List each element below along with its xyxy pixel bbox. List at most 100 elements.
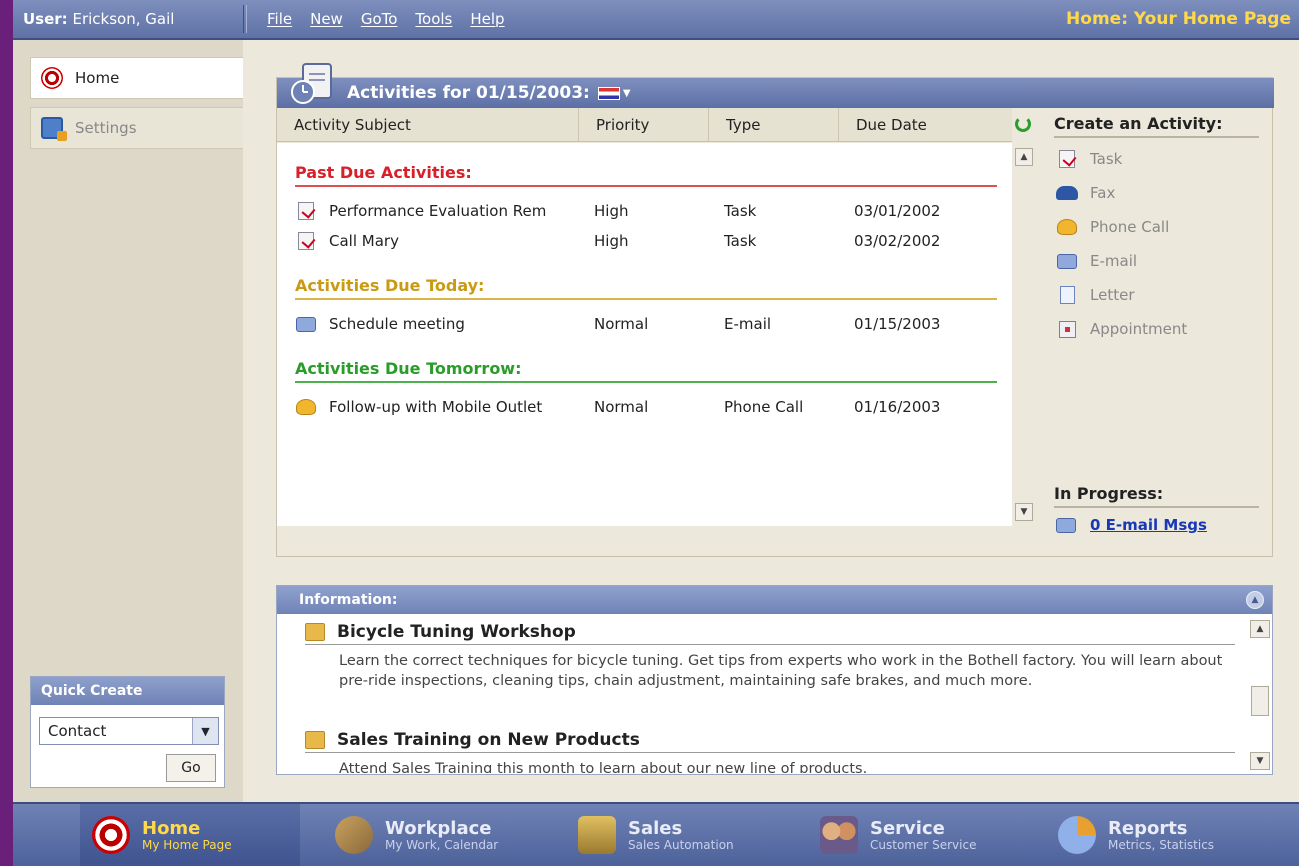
row-subject: Call Mary: [329, 232, 399, 250]
create-phone-call-link[interactable]: Phone Call: [1054, 210, 1259, 244]
row-subject: Follow-up with Mobile Outlet: [329, 398, 543, 416]
create-activity-panel: Create an Activity: Task Fax Phone Call …: [1054, 114, 1259, 346]
top-bar: User: Erickson, Gail File New GoTo Tools…: [13, 0, 1299, 40]
col-due-date[interactable]: Due Date: [839, 108, 1012, 141]
bottom-nav-title: Reports: [1108, 817, 1188, 839]
information-title: Information:: [299, 592, 398, 608]
menu-file[interactable]: File: [267, 10, 292, 28]
create-appointment-link[interactable]: Appointment: [1054, 312, 1259, 346]
row-due-date: 03/02/2002: [854, 232, 941, 250]
information-panel: Information: ▲ Bicycle Tuning Workshop L…: [276, 585, 1273, 775]
create-fax-link[interactable]: Fax: [1054, 176, 1259, 210]
workplace-icon: [335, 816, 373, 854]
table-row[interactable]: Follow-up with Mobile Outlet Normal Phon…: [295, 394, 995, 420]
create-item-label: E-mail: [1090, 252, 1138, 270]
task-icon: [298, 202, 314, 220]
appointment-icon: [1058, 320, 1076, 338]
row-subject: Schedule meeting: [329, 315, 465, 333]
sidebar-item-label: Home: [75, 69, 120, 87]
info-item-description: Attend Sales Training this month to lear…: [339, 761, 868, 773]
table-row[interactable]: Schedule meeting Normal E-mail 01/15/200…: [295, 311, 995, 337]
info-item-description: Learn the correct techniques for bicycle…: [339, 653, 1223, 689]
activities-header: Activities for 01/15/2003: ▼: [277, 78, 1274, 108]
user-label: User:: [23, 10, 68, 28]
user-info: User: Erickson, Gail: [13, 10, 243, 28]
quick-create-panel: Quick Create Contact ▼ Go: [30, 676, 225, 788]
sidebar-item-settings[interactable]: Settings: [30, 107, 243, 149]
section-due-today: Activities Due Today:: [295, 276, 997, 300]
activity-scrollbar[interactable]: ▲ ▼: [1015, 143, 1033, 526]
activity-list: Past Due Activities: Performance Evaluat…: [277, 143, 1012, 526]
section-past-due: Past Due Activities:: [295, 163, 997, 187]
scroll-down-icon[interactable]: ▼: [1015, 503, 1033, 521]
row-due-date: 01/16/2003: [854, 398, 941, 416]
row-type: Task: [724, 232, 757, 250]
col-type[interactable]: Type: [709, 108, 839, 141]
col-priority[interactable]: Priority: [579, 108, 709, 141]
bottom-nav-workplace[interactable]: Workplace My Work, Calendar: [323, 804, 553, 866]
scroll-thumb[interactable]: [1251, 686, 1269, 716]
menu-help[interactable]: Help: [470, 10, 504, 28]
create-item-label: Task: [1090, 150, 1123, 168]
quick-create-selected: Contact: [48, 722, 107, 740]
scroll-up-icon[interactable]: ▲: [1015, 148, 1033, 166]
task-icon: [1059, 150, 1075, 168]
go-button[interactable]: Go: [166, 754, 216, 782]
news-icon: [305, 731, 325, 749]
in-progress-panel: In Progress: 0 E-mail Msgs: [1054, 484, 1259, 534]
info-title-text: Sales Training on New Products: [337, 730, 640, 750]
email-icon: [1056, 517, 1076, 533]
create-task-link[interactable]: Task: [1054, 142, 1259, 176]
row-type: E-mail: [724, 315, 772, 333]
row-due-date: 03/01/2002: [854, 202, 941, 220]
table-row[interactable]: Call Mary High Task 03/02/2002: [295, 228, 995, 254]
task-icon: [298, 232, 314, 250]
pie-chart-icon: [1058, 816, 1096, 854]
collapse-icon[interactable]: ▲: [1246, 591, 1264, 609]
scroll-up-icon[interactable]: ▲: [1250, 620, 1270, 638]
sidebar-item-home[interactable]: Home: [30, 57, 243, 99]
info-item-title[interactable]: Bicycle Tuning Workshop: [305, 622, 1235, 645]
info-item: Sales Training on New Products Attend Sa…: [305, 730, 1235, 773]
fax-icon: [1056, 186, 1078, 200]
email-msgs-label: 0 E-mail Msgs: [1090, 516, 1207, 534]
calendar-flag-icon[interactable]: [597, 86, 620, 100]
caret-down-icon[interactable]: ▼: [623, 88, 631, 99]
information-scrollbar[interactable]: ▲ ▼: [1250, 618, 1270, 772]
bottom-nav-service[interactable]: Service Customer Service: [808, 804, 1038, 866]
menu-goto[interactable]: GoTo: [361, 10, 398, 28]
bottom-nav-subtitle: Customer Service: [870, 837, 977, 852]
activities-title: Activities for 01/15/2003:: [347, 83, 590, 103]
row-type: Task: [724, 202, 757, 220]
col-activity-subject[interactable]: Activity Subject: [277, 108, 579, 141]
menu-new[interactable]: New: [310, 10, 343, 28]
create-item-label: Phone Call: [1090, 218, 1170, 236]
menu-tools[interactable]: Tools: [415, 10, 452, 28]
bottom-nav-subtitle: My Work, Calendar: [385, 837, 499, 852]
bottom-nav-subtitle: My Home Page: [142, 837, 232, 852]
row-due-date: 01/15/2003: [854, 315, 941, 333]
refresh-icon[interactable]: [1015, 116, 1031, 132]
scroll-down-icon[interactable]: ▼: [1250, 752, 1270, 770]
bottom-nav-title: Workplace: [385, 817, 492, 839]
left-sidebar: Home Settings Quick Create Contact ▼ Go: [13, 40, 243, 802]
settings-icon: [41, 117, 67, 141]
table-row[interactable]: Performance Evaluation Rem High Task 03/…: [295, 198, 995, 224]
info-item-title[interactable]: Sales Training on New Products: [305, 730, 1235, 753]
bottom-nav-title: Sales: [628, 817, 683, 839]
page-title: Home: Your Home Page: [1066, 9, 1291, 29]
sales-chart-icon: [578, 816, 616, 854]
create-email-link[interactable]: E-mail: [1054, 244, 1259, 278]
bottom-nav-home[interactable]: Home My Home Page: [80, 804, 300, 866]
email-msgs-link[interactable]: 0 E-mail Msgs: [1054, 516, 1259, 534]
bottom-nav-reports[interactable]: Reports Metrics, Statistics: [1046, 804, 1286, 866]
bottom-nav: Home My Home Page Workplace My Work, Cal…: [13, 802, 1299, 866]
bottom-nav-subtitle: Sales Automation: [628, 837, 734, 852]
bottom-nav-sales[interactable]: Sales Sales Automation: [566, 804, 796, 866]
chevron-down-icon[interactable]: ▼: [192, 718, 218, 744]
quick-create-select[interactable]: Contact ▼: [39, 717, 219, 745]
create-activity-title: Create an Activity:: [1054, 114, 1259, 138]
target-icon: [92, 816, 130, 854]
create-letter-link[interactable]: Letter: [1054, 278, 1259, 312]
clipboard-clock-icon: [291, 63, 332, 104]
